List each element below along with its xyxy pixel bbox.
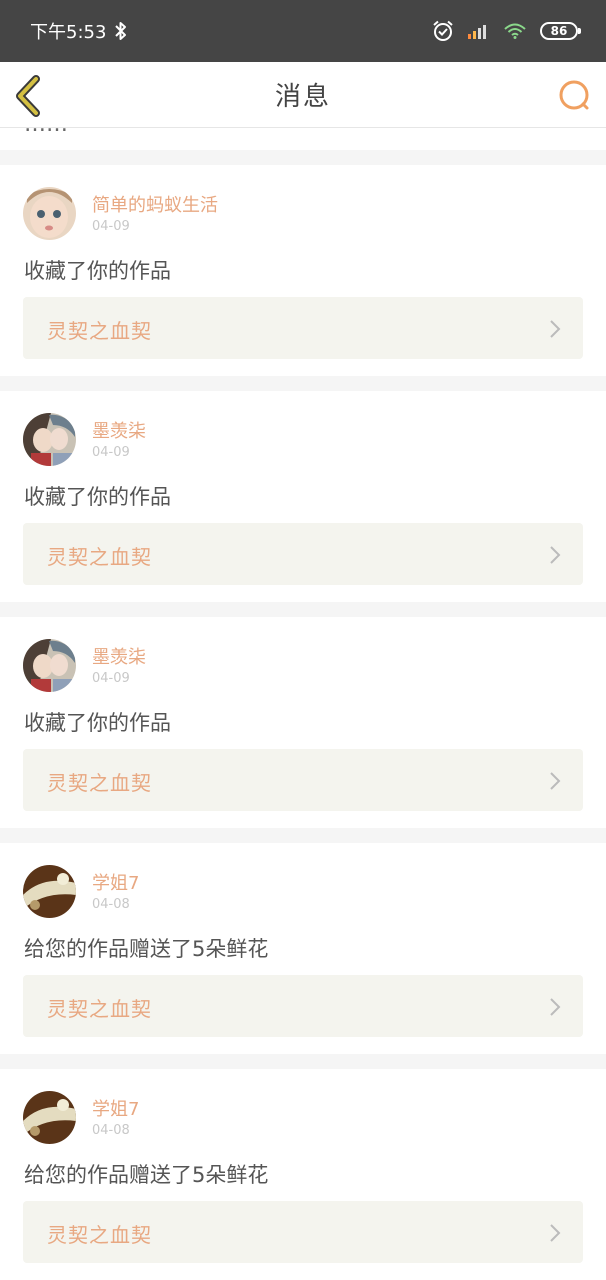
battery-icon: 86 [540, 22, 581, 40]
bluetooth-icon [115, 22, 127, 40]
status-right: 86 [432, 20, 581, 42]
username[interactable]: 墨羡柒 [92, 417, 146, 443]
username[interactable]: 墨羡柒 [92, 643, 146, 669]
avatar[interactable] [23, 187, 76, 240]
message-card: 墨羡柒 04-09 收藏了你的作品 灵契之血契 [0, 617, 606, 828]
message-date: 04-08 [92, 1123, 130, 1138]
work-title: 灵契之血契 [47, 771, 152, 795]
message-card: 学姐7 04-08 给您的作品赠送了5朵鲜花 灵契之血契 [0, 1069, 606, 1280]
message-text: 给您的作品赠送了5朵鲜花 [24, 937, 269, 961]
search-icon [559, 80, 589, 110]
message-date: 04-09 [92, 445, 130, 460]
status-left: 下午5:53 [30, 18, 128, 44]
status-time: 下午5:53 [30, 22, 107, 43]
message-card: 墨羡柒 04-09 收藏了你的作品 灵契之血契 [0, 391, 606, 602]
message-date: 04-08 [92, 897, 130, 912]
avatar[interactable] [23, 413, 76, 466]
chevron-right-icon [550, 772, 561, 790]
avatar[interactable] [23, 1091, 76, 1144]
message-text: 给您的作品赠送了5朵鲜花 [24, 1163, 269, 1187]
username[interactable]: 简单的蚂蚁生活 [92, 191, 218, 217]
work-link[interactable]: 灵契之血契 [23, 523, 583, 585]
message-card: 学姐7 04-08 给您的作品赠送了5朵鲜花 灵契之血契 [0, 843, 606, 1054]
page-title: 消息 [274, 82, 331, 112]
work-title: 灵契之血契 [47, 997, 152, 1021]
message-card: 简单的蚂蚁生活 04-09 收藏了你的作品 灵契之血契 [0, 165, 606, 376]
message-date: 04-09 [92, 671, 130, 686]
work-title: 灵契之血契 [47, 319, 152, 343]
avatar[interactable] [23, 639, 76, 692]
chevron-right-icon [550, 998, 561, 1016]
message-date: 04-09 [92, 219, 130, 234]
divider [0, 602, 606, 617]
back-button[interactable] [12, 74, 52, 118]
work-link[interactable]: 灵契之血契 [23, 1201, 583, 1263]
avatar[interactable] [23, 865, 76, 918]
search-button[interactable] [554, 76, 594, 116]
work-title: 灵契之血契 [47, 1223, 152, 1247]
divider [0, 828, 606, 843]
work-link[interactable]: 灵契之血契 [23, 749, 583, 811]
status-bar: 下午5:53 86 [0, 0, 606, 62]
work-link[interactable]: 灵契之血契 [23, 297, 583, 359]
divider [0, 376, 606, 391]
work-title: 灵契之血契 [47, 545, 152, 569]
header: 消息 [0, 62, 606, 128]
wifi-icon [504, 23, 526, 39]
username[interactable]: 学姐7 [92, 1095, 139, 1121]
alarm-icon [433, 20, 453, 41]
username[interactable]: 学姐7 [92, 869, 139, 895]
chevron-right-icon [550, 320, 561, 338]
message-text: 收藏了你的作品 [24, 711, 171, 735]
work-link[interactable]: 灵契之血契 [23, 975, 583, 1037]
battery-level: 86 [550, 24, 568, 38]
message-text: 收藏了你的作品 [24, 259, 171, 283]
divider [0, 1054, 606, 1069]
signal-icon [468, 25, 486, 39]
divider [0, 150, 606, 165]
chevron-left-icon [16, 75, 40, 117]
chevron-right-icon [550, 1224, 561, 1242]
message-feed[interactable]: …… 简单的蚂蚁生活 04-09 收藏了你的作品 灵契之血契 [0, 128, 606, 1280]
previous-card-fragment: …… [0, 128, 606, 150]
chevron-right-icon [550, 546, 561, 564]
message-text: 收藏了你的作品 [24, 485, 171, 509]
